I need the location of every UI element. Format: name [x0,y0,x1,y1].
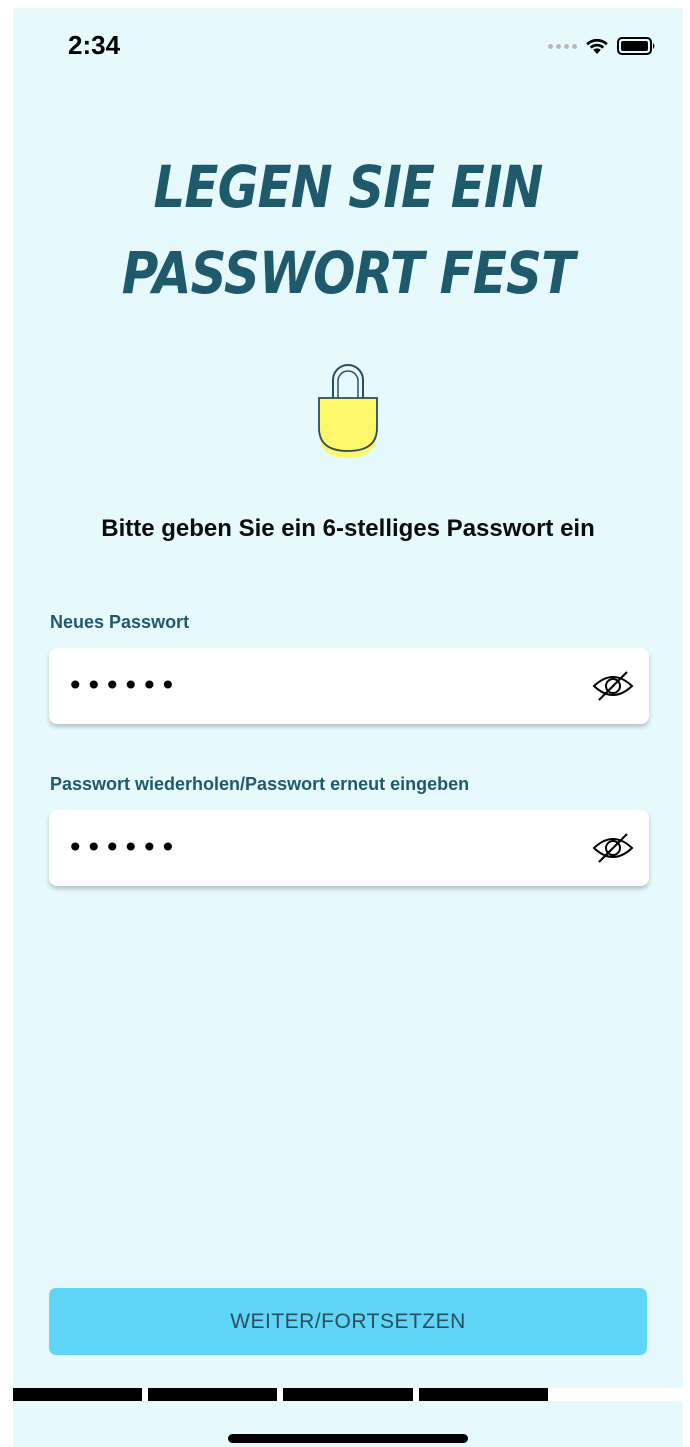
home-indicator[interactable] [228,1434,468,1443]
progress-step-1 [13,1388,143,1401]
status-bar: 2:34 [13,8,683,78]
password-setup-screen: 2:34 LEGEN SIE EIN PASSWORT FEST Bitte g… [13,8,683,1447]
continue-button[interactable]: WEITER/FORTSETZEN [49,1288,647,1355]
battery-icon [617,37,655,55]
page-title: LEGEN SIE EIN PASSWORT FEST [60,144,636,316]
status-time: 2:34 [68,30,121,60]
repeat-password-label: Passwort wiederholen/Passwort erneut ein… [50,774,470,794]
eye-slash-icon[interactable] [591,669,635,703]
signal-dots-icon [548,43,577,49]
repeat-password-field[interactable]: •••••• [49,810,649,886]
repeat-password-value[interactable]: •••••• [67,832,178,864]
new-password-label: Neues Passwort [50,612,190,632]
new-password-value[interactable]: •••••• [67,670,178,702]
page-title-line-2: PASSWORT FEST [121,239,575,307]
padlock-icon [318,364,378,458]
page-title-line-1: LEGEN SIE EIN [153,153,543,221]
progress-step-2 [148,1388,278,1401]
step-progress-bar [13,1388,683,1401]
status-icons [548,36,657,56]
progress-step-5 [553,1388,683,1401]
progress-step-3 [283,1388,413,1401]
progress-step-4 [418,1388,548,1401]
new-password-field[interactable]: •••••• [49,648,649,724]
eye-slash-icon[interactable] [591,831,635,865]
wifi-icon [586,38,608,54]
instruction-text: Bitte geben Sie ein 6-stelliges Passwort… [101,515,595,542]
